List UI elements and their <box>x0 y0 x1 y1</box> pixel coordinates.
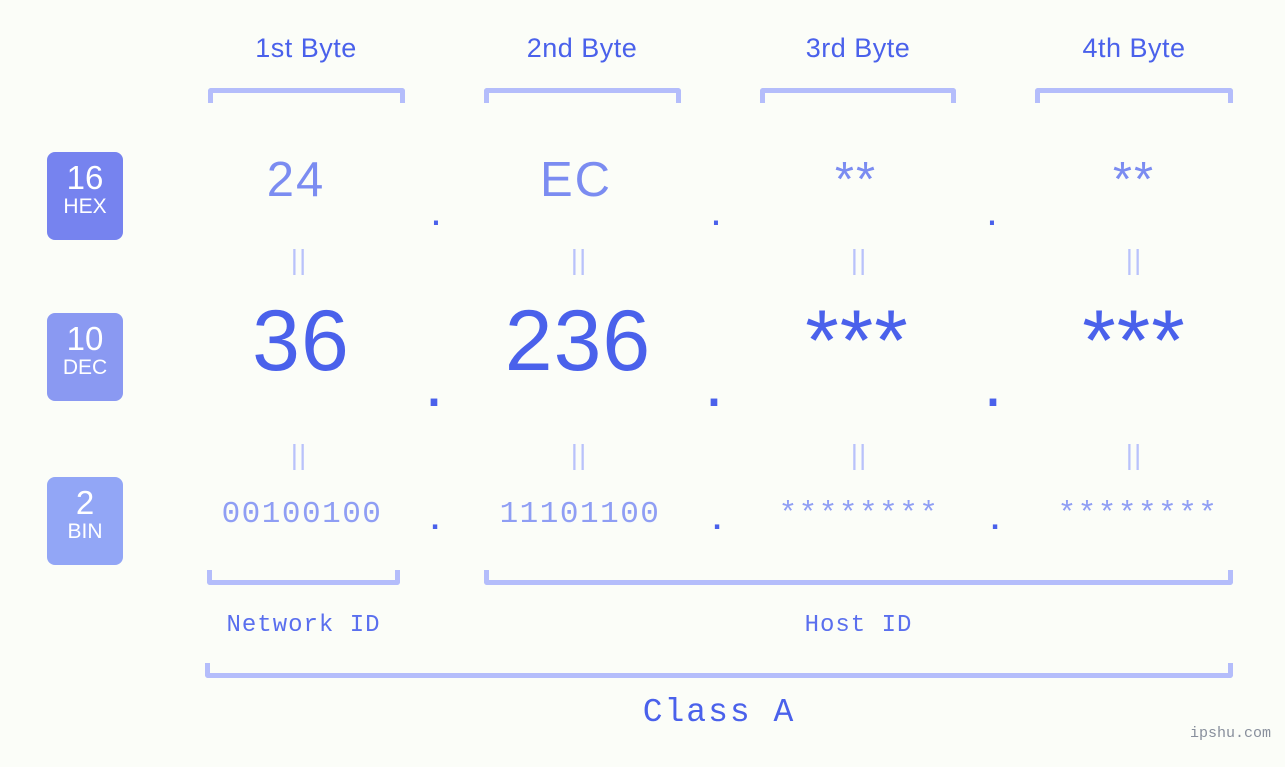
hex-dot-3: . <box>986 187 998 234</box>
equals-separator-dec-bin-2: || <box>570 439 588 470</box>
dec-byte-1: 36 <box>252 293 350 389</box>
class-label: Class A <box>642 694 796 731</box>
bin-dot-2: . <box>707 504 727 539</box>
bin-byte-2: 11101100 <box>499 497 661 532</box>
bin-dot-3: . <box>985 504 1005 539</box>
dec-byte-3: *** <box>805 293 909 389</box>
bin-byte-4: ******** <box>1057 497 1219 532</box>
equals-separator-hex-dec-4: || <box>1125 244 1143 275</box>
base-badge-bin-name: BIN <box>67 520 103 543</box>
bin-byte-3: ******** <box>778 497 940 532</box>
equals-separator-hex-dec-1: || <box>290 244 308 275</box>
byte-header-4: 4th Byte <box>1082 33 1186 63</box>
base-badge-dec: 10 DEC <box>47 313 123 401</box>
network-id-label: Network ID <box>226 612 381 639</box>
base-badge-bin: 2 BIN <box>47 477 123 565</box>
base-badge-dec-name: DEC <box>62 356 108 379</box>
hex-byte-4: ** <box>1112 153 1156 207</box>
byte-bracket-3 <box>760 88 956 103</box>
network-id-bracket <box>207 570 400 585</box>
host-id-bracket <box>484 570 1233 585</box>
site-watermark: ipshu.com <box>1189 725 1271 742</box>
base-badge-bin-number: 2 <box>75 484 95 521</box>
host-id-label: Host ID <box>804 612 913 639</box>
dec-dot-1: . <box>424 343 444 421</box>
dec-byte-4: *** <box>1082 293 1186 389</box>
equals-separator-hex-dec-2: || <box>570 244 588 275</box>
base-badge-dec-number: 10 <box>66 320 104 357</box>
equals-separator-dec-bin-1: || <box>290 439 308 470</box>
dec-byte-2: 236 <box>504 293 652 389</box>
hex-dot-1: . <box>430 187 442 234</box>
base-badge-hex-number: 16 <box>66 159 104 196</box>
byte-bracket-1 <box>208 88 405 103</box>
ip-breakdown-diagram: 1st Byte 2nd Byte 3rd Byte 4th Byte 16 H… <box>0 0 1285 767</box>
bin-byte-1: 00100100 <box>221 497 383 532</box>
hex-dot-2: . <box>710 187 722 234</box>
class-bracket <box>205 663 1233 678</box>
byte-bracket-4 <box>1035 88 1233 103</box>
dec-dot-3: . <box>983 343 1003 421</box>
byte-bracket-2 <box>484 88 681 103</box>
hex-byte-3: ** <box>834 153 878 207</box>
equals-separator-dec-bin-4: || <box>1125 439 1143 470</box>
equals-separator-dec-bin-3: || <box>850 439 868 470</box>
byte-header-2: 2nd Byte <box>526 33 638 63</box>
hex-byte-1: 24 <box>266 153 326 207</box>
base-badge-hex: 16 HEX <box>47 152 123 240</box>
byte-header-1: 1st Byte <box>255 33 357 63</box>
byte-header-3: 3rd Byte <box>805 33 911 63</box>
dec-dot-2: . <box>704 343 724 421</box>
bin-dot-1: . <box>425 504 445 539</box>
base-badge-hex-name: HEX <box>63 195 107 218</box>
equals-separator-hex-dec-3: || <box>850 244 868 275</box>
hex-byte-2: EC <box>539 153 613 207</box>
